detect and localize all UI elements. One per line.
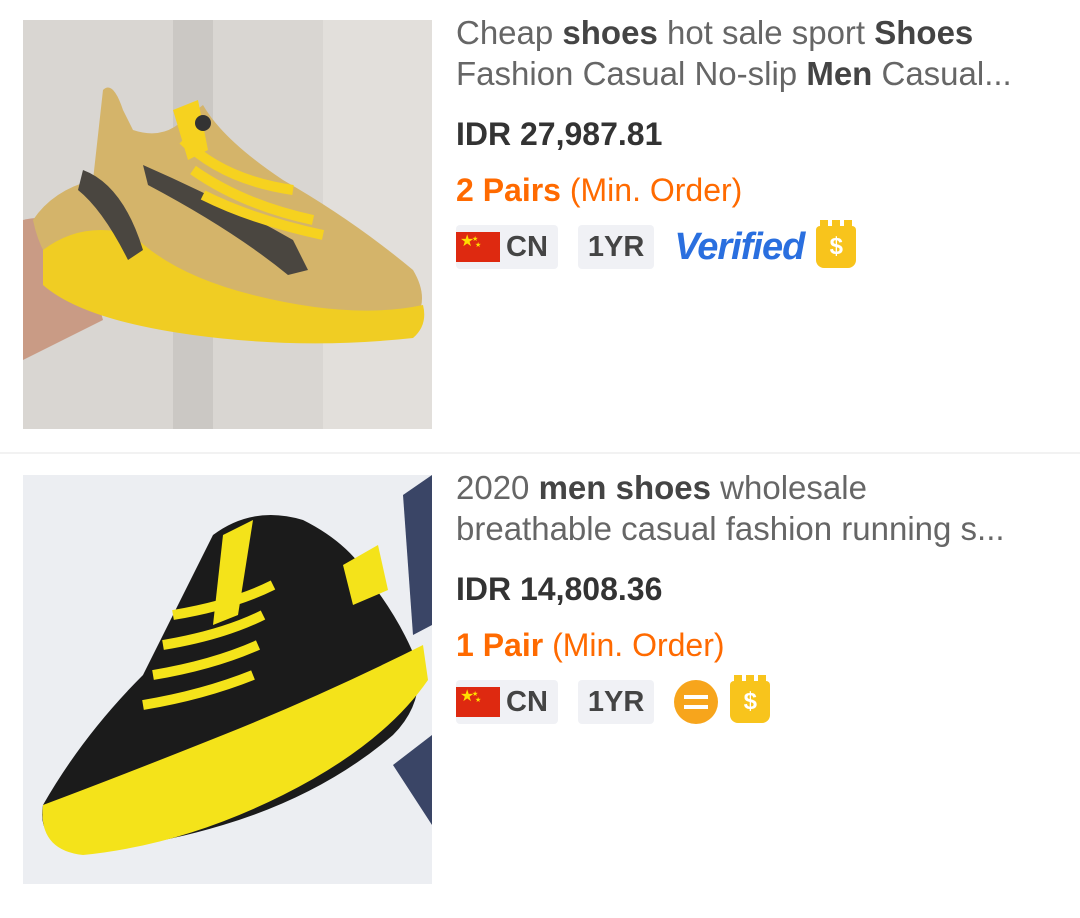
supplier-badges: ★ ★ ★ CN 1YR $	[456, 675, 1056, 725]
yellow-sneaker-image	[23, 20, 432, 429]
product-price: IDR 14,808.36	[456, 571, 663, 607]
country-code: CN	[506, 685, 548, 718]
title-text: Casual...	[872, 55, 1012, 92]
title-text: wholesale	[711, 469, 867, 506]
title-text: hot sale sport	[657, 14, 875, 51]
min-order: 2 Pairs (Min. Order)	[456, 170, 1056, 210]
divider	[0, 452, 1080, 454]
years-tag: 1YR	[577, 225, 655, 269]
product-title[interactable]: 2020 men shoes wholesale breathable casu…	[456, 467, 1056, 549]
min-order: 1 Pair (Min. Order)	[456, 625, 1056, 665]
title-keyword: men shoes	[538, 469, 711, 506]
product-title[interactable]: Cheap shoes hot sale sport Shoes Fashion…	[456, 12, 1056, 94]
title-text: Cheap	[456, 14, 563, 51]
title-line-2: Fashion Casual No-slip Men Casual...	[456, 53, 1046, 94]
verified-badge[interactable]: Verified	[674, 226, 805, 269]
title-text: Fashion Casual No-slip	[456, 55, 807, 92]
product-price: IDR 27,987.81	[456, 116, 663, 152]
country-code: CN	[506, 230, 548, 263]
title-line-1: 2020 men shoes wholesale	[456, 467, 1046, 508]
title-text: breathable casual fashion running s...	[456, 510, 1005, 547]
title-keyword: shoes	[562, 14, 658, 51]
title-keyword: Men	[806, 55, 873, 92]
china-flag-icon: ★ ★ ★	[456, 687, 500, 717]
country-tag: ★ ★ ★ CN	[456, 680, 558, 724]
min-order-label: (Min. Order)	[560, 172, 743, 208]
product-card[interactable]: 2020 men shoes wholesale breathable casu…	[0, 455, 1080, 910]
product-list: Cheap shoes hot sale sport Shoes Fashion…	[0, 0, 1080, 918]
min-order-quantity: 2 Pairs	[456, 172, 561, 208]
gold-supplier-icon[interactable]: $	[816, 220, 857, 268]
title-line-2: breathable casual fashion running s...	[456, 508, 1046, 549]
product-card[interactable]: Cheap shoes hot sale sport Shoes Fashion…	[0, 0, 1080, 455]
years-tag: 1YR	[577, 680, 655, 724]
product-info: Cheap shoes hot sale sport Shoes Fashion…	[456, 12, 1056, 270]
title-text: 2020	[456, 469, 539, 506]
country-tag: ★ ★ ★ CN	[456, 225, 558, 269]
title-keyword: Shoes	[874, 14, 974, 51]
min-order-label: (Min. Order)	[543, 627, 725, 663]
product-info: 2020 men shoes wholesale breathable casu…	[456, 467, 1056, 725]
supplier-badges: ★ ★ ★ CN 1YR Verified $	[456, 220, 1056, 270]
trade-assurance-icon[interactable]	[674, 680, 719, 724]
min-order-quantity: 1 Pair	[456, 627, 544, 663]
china-flag-icon: ★ ★ ★	[456, 232, 500, 262]
black-sneaker-image	[23, 475, 432, 884]
product-image[interactable]	[23, 20, 432, 429]
product-image[interactable]	[23, 475, 432, 884]
gold-supplier-icon[interactable]: $	[730, 675, 771, 723]
title-line-1: Cheap shoes hot sale sport Shoes	[456, 12, 1046, 53]
